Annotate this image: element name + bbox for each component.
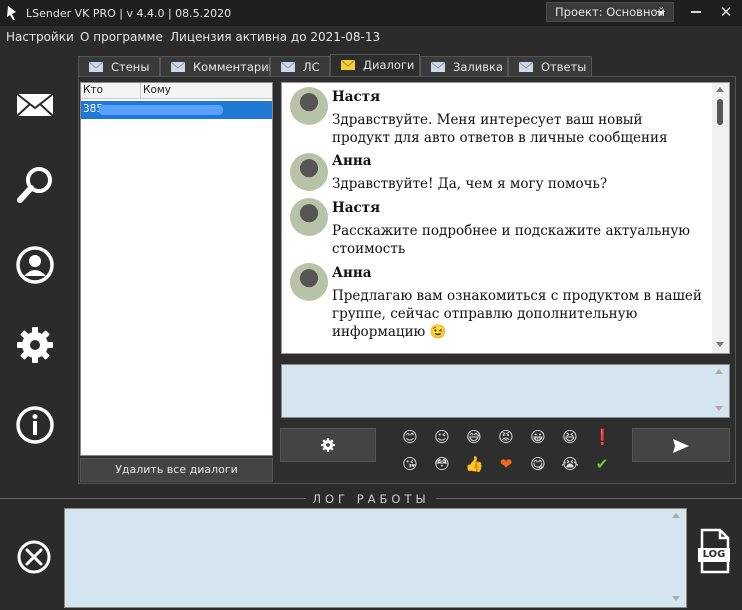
redacted-text [99,105,223,115]
title-bar: LSender VK PRO | v 4.4.0 | 08.5.2020 Про… [0,0,742,26]
scroll-up-icon[interactable] [715,369,723,374]
chat-scrollbar[interactable] [712,83,729,353]
scroll-down-icon[interactable] [715,406,723,411]
message-text: Расскажите подробнее и подскажите актуал… [332,223,691,257]
emoji-sweat[interactable]: 😅 [465,428,483,446]
reply-input[interactable] [281,364,730,418]
emoji-heart[interactable]: ❤ [497,455,515,473]
emoji-laugh[interactable]: 😆 [561,428,579,446]
scroll-up-icon[interactable] [672,513,680,518]
emoji-smile[interactable]: 😊 [401,428,419,446]
envelope-icon [341,60,355,70]
emoji-kiss[interactable]: 😘 [401,455,419,473]
tab-label: Диалоги [363,58,415,72]
envelope-icon [89,62,103,72]
emoji-grin[interactable]: 😀 [529,428,547,446]
envelope-icon [431,62,445,72]
menu-about[interactable]: О программе [80,30,163,44]
envelope-icon[interactable] [14,84,56,126]
send-icon [673,439,689,453]
scroll-down-icon[interactable] [672,596,680,601]
window-title: LSender VK PRO | v 4.4.0 | 08.5.2020 [26,7,232,20]
chat-view[interactable]: Настя Здравствуйте. Меня интересует ваш … [281,82,730,354]
chevron-down-icon [657,11,665,16]
tab-replies[interactable]: Ответы [508,56,592,76]
project-select-label: Проект: Основной [555,5,665,19]
tab-upload[interactable]: Заливка [420,56,508,76]
minimize-button[interactable] [682,0,710,24]
delete-all-dialogs-button[interactable]: Удалить все диалоги [80,458,273,482]
envelope-icon [519,62,533,72]
chat-message: Анна Предлагаю вам ознакомиться с продук… [290,263,710,347]
tab-label: Ответы [541,60,587,74]
avatar [290,263,328,301]
emoji-wink[interactable]: 😉 [433,428,451,446]
app-logo-icon [7,6,16,20]
list-header: Кто Кому [81,83,272,99]
scroll-up-icon[interactable] [716,87,724,92]
envelope-icon [281,62,295,72]
emoji-exclamation[interactable]: ❗ [593,428,612,446]
dialog-list[interactable]: Кто Кому 385 [80,82,273,456]
tab-walls[interactable]: Стены [78,56,160,76]
menu-settings[interactable]: Настройки [6,30,74,44]
message-text: Здравствуйте. Меня интересует ваш новый … [332,112,668,146]
menu-license[interactable]: Лицензия активна до 2021-08-13 [170,30,380,44]
emoji-thumbs-up[interactable]: 👍 [465,455,484,473]
log-file-label: LOG [702,549,726,560]
tab-comments[interactable]: Комментарии [160,56,276,76]
tab-pm[interactable]: ЛС [270,56,330,76]
message-author: Анна [332,265,372,281]
emoji-flushed[interactable]: 😳 [433,455,451,473]
message-author: Настя [332,200,381,216]
scroll-thumb[interactable] [717,99,723,125]
gear-icon[interactable] [14,324,56,366]
message-text: Предлагаю вам ознакомиться с продуктом в… [332,288,702,340]
log-file-button[interactable]: LOG [696,528,732,574]
gear-icon [321,438,335,452]
column-header-to[interactable]: Кому [143,84,171,96]
scroll-down-icon[interactable] [716,342,724,347]
sidebar [0,48,72,492]
emoji-cry[interactable]: 😭 [561,455,579,473]
tab-label: Заливка [453,60,504,74]
send-button[interactable] [632,428,730,462]
message-author: Анна [332,153,372,169]
column-divider[interactable] [140,83,141,99]
emoji-yum[interactable]: 😋 [529,455,547,473]
emoji-check[interactable]: ✔ [593,455,611,473]
table-row[interactable]: 385 [81,101,272,119]
tab-label: Стены [111,60,150,74]
tab-dialogs[interactable]: Диалоги [330,54,420,76]
close-button[interactable]: ✕ [712,0,740,24]
menu-bar: Настройки О программе Лицензия активна д… [0,26,742,48]
reply-settings-button[interactable] [280,428,376,462]
info-icon[interactable] [14,404,56,446]
avatar [290,198,328,236]
chat-message: Настя Здравствуйте. Меня интересует ваш … [290,87,710,147]
avatar [290,87,328,125]
user-icon[interactable] [14,244,56,286]
message-text: Здравствуйте! Да, чем я могу помочь? [332,176,608,192]
message-author: Настя [332,89,381,105]
log-output[interactable] [64,508,687,608]
project-select[interactable]: Проект: Основной [546,2,674,22]
search-icon[interactable] [14,164,56,206]
log-title: ЛОГ РАБОТЫ [312,492,430,506]
column-header-from[interactable]: Кто [83,84,103,96]
clear-log-icon[interactable] [16,539,52,575]
minimize-icon [691,11,701,13]
tab-label: ЛС [303,60,320,74]
chat-message: Анна Здравствуйте! Да, чем я могу помочь… [290,151,710,193]
chat-message: Настя Расскажите подробнее и подскажите … [290,198,710,258]
avatar [290,153,328,191]
tab-label: Комментарии [193,60,277,74]
close-icon: ✕ [719,3,733,21]
emoji-angry[interactable]: 😡 [497,428,515,446]
envelope-icon [171,62,185,72]
